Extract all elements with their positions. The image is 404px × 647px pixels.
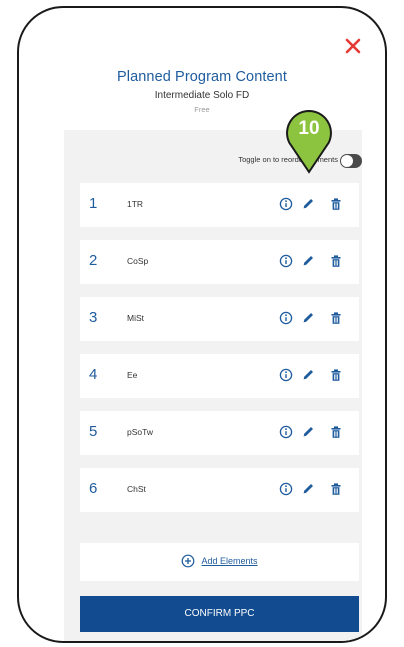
add-elements-button[interactable]: Add Elements <box>80 543 359 581</box>
element-row[interactable]: 4 Ee <box>80 354 359 398</box>
info-icon[interactable] <box>278 196 294 212</box>
pencil-icon[interactable] <box>300 253 316 269</box>
element-row[interactable]: 1 1TR <box>80 183 359 227</box>
screen: Planned Program Content Intermediate Sol… <box>0 0 404 647</box>
trash-icon[interactable] <box>328 253 344 269</box>
trash-icon[interactable] <box>328 481 344 497</box>
step-number: 10 <box>298 118 320 139</box>
add-elements-label: Add Elements <box>201 556 258 566</box>
pencil-icon[interactable] <box>300 196 316 212</box>
pencil-icon[interactable] <box>300 481 316 497</box>
element-name: MiSt <box>127 313 144 323</box>
info-icon[interactable] <box>278 481 294 497</box>
pencil-icon[interactable] <box>300 310 316 326</box>
plus-circle-icon <box>182 554 195 568</box>
dialog-title: Planned Program Content <box>117 69 287 85</box>
dialog-subtitle: Intermediate Solo FD <box>154 90 250 101</box>
element-row[interactable]: 3 MiSt <box>80 297 359 341</box>
element-row[interactable]: 2 CoSp <box>80 240 359 284</box>
add-elements-content: Add Elements <box>80 554 359 568</box>
info-icon[interactable] <box>278 253 294 269</box>
pencil-icon[interactable] <box>300 424 316 440</box>
element-number: 3 <box>89 309 98 326</box>
element-row[interactable]: 6 ChSt <box>80 468 359 512</box>
trash-icon[interactable] <box>328 367 344 383</box>
info-icon[interactable] <box>278 424 294 440</box>
phone-frame: Planned Program Content Intermediate Sol… <box>17 6 387 643</box>
trash-icon[interactable] <box>328 310 344 326</box>
confirm-ppc-button[interactable]: CONFIRM PPC <box>80 596 359 632</box>
element-name: 1TR <box>127 199 144 209</box>
trash-icon[interactable] <box>328 196 344 212</box>
elements-panel: Toggle on to reorder elements 1 1TR 2 Co… <box>64 130 362 641</box>
element-name: Ee <box>127 370 138 380</box>
trash-icon[interactable] <box>328 424 344 440</box>
element-number: 6 <box>89 480 98 497</box>
element-number: 1 <box>89 195 98 212</box>
element-list: 1 1TR 2 CoSp 3 MiSt 4 Ee 5 pSoTw 6 ChSt <box>80 183 359 525</box>
pencil-icon[interactable] <box>300 367 316 383</box>
element-name: pSoTw <box>127 427 153 437</box>
dialog-header: Planned Program Content Intermediate Sol… <box>19 68 385 115</box>
element-name: CoSp <box>127 256 149 266</box>
reorder-toggle[interactable] <box>340 154 362 168</box>
element-number: 5 <box>89 423 98 440</box>
info-icon[interactable] <box>278 310 294 326</box>
element-number: 2 <box>89 252 98 269</box>
toggle-knob <box>341 155 353 167</box>
element-row[interactable]: 5 pSoTw <box>80 411 359 455</box>
close-icon[interactable] <box>341 34 365 58</box>
element-name: ChSt <box>127 484 146 494</box>
info-icon[interactable] <box>278 367 294 383</box>
element-number: 4 <box>89 366 98 383</box>
step-badge: 10 <box>283 109 335 175</box>
